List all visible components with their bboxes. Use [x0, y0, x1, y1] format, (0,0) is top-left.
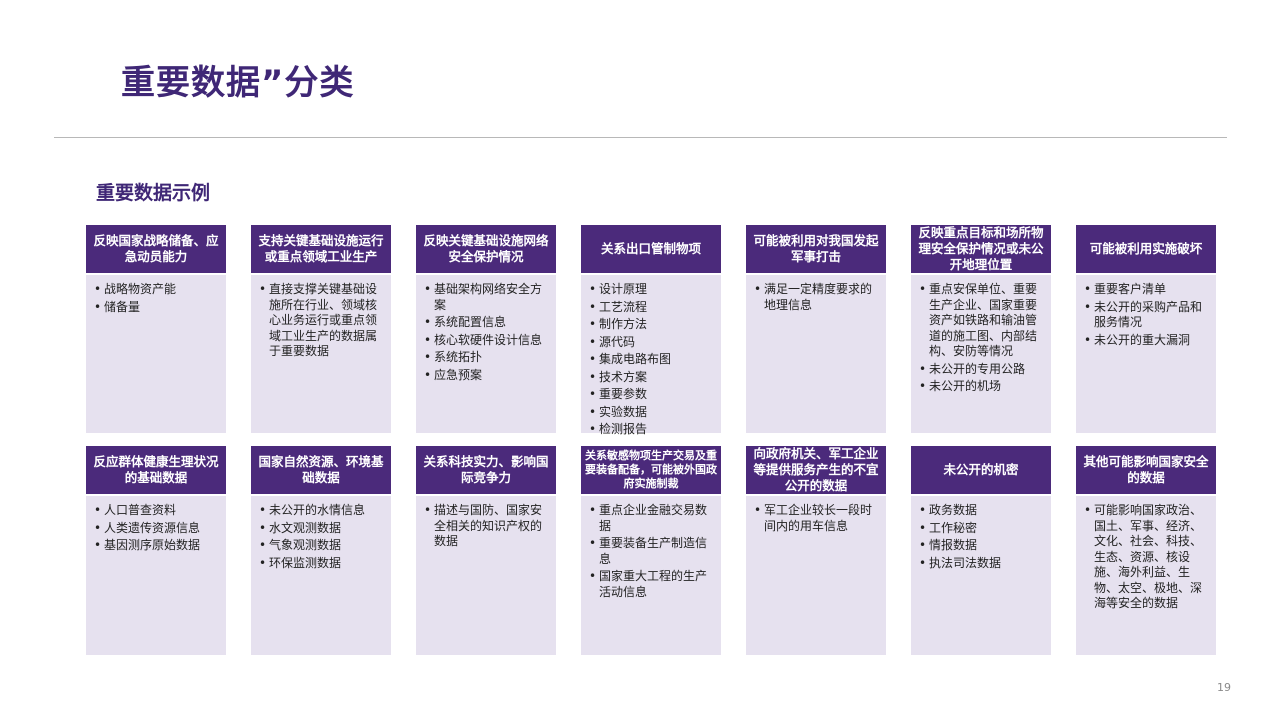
- card-item-list: 描述与国防、国家安全相关的知识产权的数据: [416, 496, 556, 550]
- title-divider: [54, 137, 1227, 138]
- card-heading: 关系科技实力、影响国际竞争力: [416, 446, 556, 496]
- list-item: 检测报告: [589, 422, 715, 438]
- card-heading: 反应群体健康生理状况的基础数据: [86, 446, 226, 496]
- list-item: 设计原理: [589, 282, 715, 298]
- category-card: 可能被利用实施破坏 重要客户清单 未公开的采购产品和服务情况 未公开的重大漏洞: [1076, 225, 1216, 433]
- card-item-list: 重点安保单位、重要生产企业、国家重要资产如铁路和输油管道的施工图、内部结构、安防…: [911, 275, 1051, 395]
- card-heading: 反映国家战略储备、应急动员能力: [86, 225, 226, 275]
- card-item-list: 政务数据 工作秘密 情报数据 执法司法数据: [911, 496, 1051, 571]
- list-item: 重要客户清单: [1084, 282, 1210, 298]
- list-item: 制作方法: [589, 317, 715, 333]
- list-item: 未公开的机场: [919, 379, 1045, 395]
- card-heading: 向政府机关、军工企业等提供服务产生的不宜公开的数据: [746, 446, 886, 496]
- card-item-list: 直接支撑关键基础设施所在行业、领域核心业务运行或重点领域工业生产的数据属于重要数…: [251, 275, 391, 360]
- section-subtitle: 重要数据示例: [96, 182, 211, 204]
- category-card: 支持关键基础设施运行或重点领域工业生产 直接支撑关键基础设施所在行业、领域核心业…: [251, 225, 391, 433]
- card-item-list: 战略物资产能 储备量: [86, 275, 226, 315]
- card-item-list: 基础架构网络安全方案 系统配置信息 核心软硬件设计信息 系统拓扑 应急预案: [416, 275, 556, 383]
- list-item: 储备量: [94, 300, 220, 316]
- category-card: 反映重点目标和场所物理安全保护情况或未公开地理位置 重点安保单位、重要生产企业、…: [911, 225, 1051, 433]
- card-heading: 关系敏感物项生产交易及重要装备配备，可能被外国政府实施制裁: [581, 446, 721, 496]
- card-item-list: 重要客户清单 未公开的采购产品和服务情况 未公开的重大漏洞: [1076, 275, 1216, 348]
- category-card: 反应群体健康生理状况的基础数据 人口普查资料 人类遗传资源信息 基因测序原始数据: [86, 446, 226, 655]
- page-title: 重要数据”分类: [121, 63, 355, 103]
- list-item: 国家重大工程的生产活动信息: [589, 569, 715, 600]
- category-card: 其他可能影响国家安全的数据 可能影响国家政治、国土、军事、经济、文化、社会、科技…: [1076, 446, 1216, 655]
- list-item: 环保监测数据: [259, 556, 385, 572]
- page-number: 19: [1217, 681, 1231, 694]
- card-heading: 反映重点目标和场所物理安全保护情况或未公开地理位置: [911, 225, 1051, 275]
- list-item: 人类遗传资源信息: [94, 521, 220, 537]
- card-item-list: 人口普查资料 人类遗传资源信息 基因测序原始数据: [86, 496, 226, 554]
- category-card: 关系科技实力、影响国际竞争力 描述与国防、国家安全相关的知识产权的数据: [416, 446, 556, 655]
- list-item: 重要装备生产制造信息: [589, 536, 715, 567]
- list-item: 满足一定精度要求的地理信息: [754, 282, 880, 313]
- list-item: 未公开的水情信息: [259, 503, 385, 519]
- list-item: 执法司法数据: [919, 556, 1045, 572]
- card-item-list: 设计原理 工艺流程 制作方法 源代码 集成电路布图 技术方案 重要参数 实验数据…: [581, 275, 721, 438]
- card-heading: 可能被利用对我国发起军事打击: [746, 225, 886, 275]
- card-heading: 支持关键基础设施运行或重点领域工业生产: [251, 225, 391, 275]
- list-item: 重点安保单位、重要生产企业、国家重要资产如铁路和输油管道的施工图、内部结构、安防…: [919, 282, 1045, 360]
- list-item: 气象观测数据: [259, 538, 385, 554]
- list-item: 重要参数: [589, 387, 715, 403]
- list-item: 基础架构网络安全方案: [424, 282, 550, 313]
- card-heading: 未公开的机密: [911, 446, 1051, 496]
- list-item: 情报数据: [919, 538, 1045, 554]
- list-item: 源代码: [589, 335, 715, 351]
- list-item: 战略物资产能: [94, 282, 220, 298]
- list-item: 集成电路布图: [589, 352, 715, 368]
- list-item: 工艺流程: [589, 300, 715, 316]
- list-item: 未公开的采购产品和服务情况: [1084, 300, 1210, 331]
- list-item: 工作秘密: [919, 521, 1045, 537]
- card-heading: 国家自然资源、环境基础数据: [251, 446, 391, 496]
- list-item: 应急预案: [424, 368, 550, 384]
- list-item: 实验数据: [589, 405, 715, 421]
- category-card: 向政府机关、军工企业等提供服务产生的不宜公开的数据 军工企业较长一段时间内的用车…: [746, 446, 886, 655]
- list-item: 重点企业金融交易数据: [589, 503, 715, 534]
- card-heading: 其他可能影响国家安全的数据: [1076, 446, 1216, 496]
- category-card: 关系出口管制物项 设计原理 工艺流程 制作方法 源代码 集成电路布图 技术方案 …: [581, 225, 721, 437]
- list-item: 可能影响国家政治、国土、军事、经济、文化、社会、科技、生态、资源、核设施、海外利…: [1084, 503, 1210, 612]
- list-item: 未公开的重大漏洞: [1084, 333, 1210, 349]
- list-item: 军工企业较长一段时间内的用车信息: [754, 503, 880, 534]
- card-item-list: 重点企业金融交易数据 重要装备生产制造信息 国家重大工程的生产活动信息: [581, 496, 721, 600]
- category-card: 国家自然资源、环境基础数据 未公开的水情信息 水文观测数据 气象观测数据 环保监…: [251, 446, 391, 655]
- list-item: 人口普查资料: [94, 503, 220, 519]
- list-item: 直接支撑关键基础设施所在行业、领域核心业务运行或重点领域工业生产的数据属于重要数…: [259, 282, 385, 360]
- list-item: 核心软硬件设计信息: [424, 333, 550, 349]
- card-item-list: 可能影响国家政治、国土、军事、经济、文化、社会、科技、生态、资源、核设施、海外利…: [1076, 496, 1216, 612]
- list-item: 基因测序原始数据: [94, 538, 220, 554]
- list-item: 系统拓扑: [424, 350, 550, 366]
- list-item: 系统配置信息: [424, 315, 550, 331]
- list-item: 未公开的专用公路: [919, 362, 1045, 378]
- list-item: 技术方案: [589, 370, 715, 386]
- category-card: 反映关键基础设施网络安全保护情况 基础架构网络安全方案 系统配置信息 核心软硬件…: [416, 225, 556, 433]
- card-heading: 关系出口管制物项: [581, 225, 721, 275]
- card-item-list: 军工企业较长一段时间内的用车信息: [746, 496, 886, 534]
- category-card: 未公开的机密 政务数据 工作秘密 情报数据 执法司法数据: [911, 446, 1051, 655]
- list-item: 水文观测数据: [259, 521, 385, 537]
- card-heading: 反映关键基础设施网络安全保护情况: [416, 225, 556, 275]
- category-card: 关系敏感物项生产交易及重要装备配备，可能被外国政府实施制裁 重点企业金融交易数据…: [581, 446, 721, 655]
- card-heading: 可能被利用实施破坏: [1076, 225, 1216, 275]
- card-item-list: 未公开的水情信息 水文观测数据 气象观测数据 环保监测数据: [251, 496, 391, 571]
- list-item: 政务数据: [919, 503, 1045, 519]
- category-card: 反映国家战略储备、应急动员能力 战略物资产能 储备量: [86, 225, 226, 433]
- card-item-list: 满足一定精度要求的地理信息: [746, 275, 886, 313]
- list-item: 描述与国防、国家安全相关的知识产权的数据: [424, 503, 550, 550]
- category-card: 可能被利用对我国发起军事打击 满足一定精度要求的地理信息: [746, 225, 886, 433]
